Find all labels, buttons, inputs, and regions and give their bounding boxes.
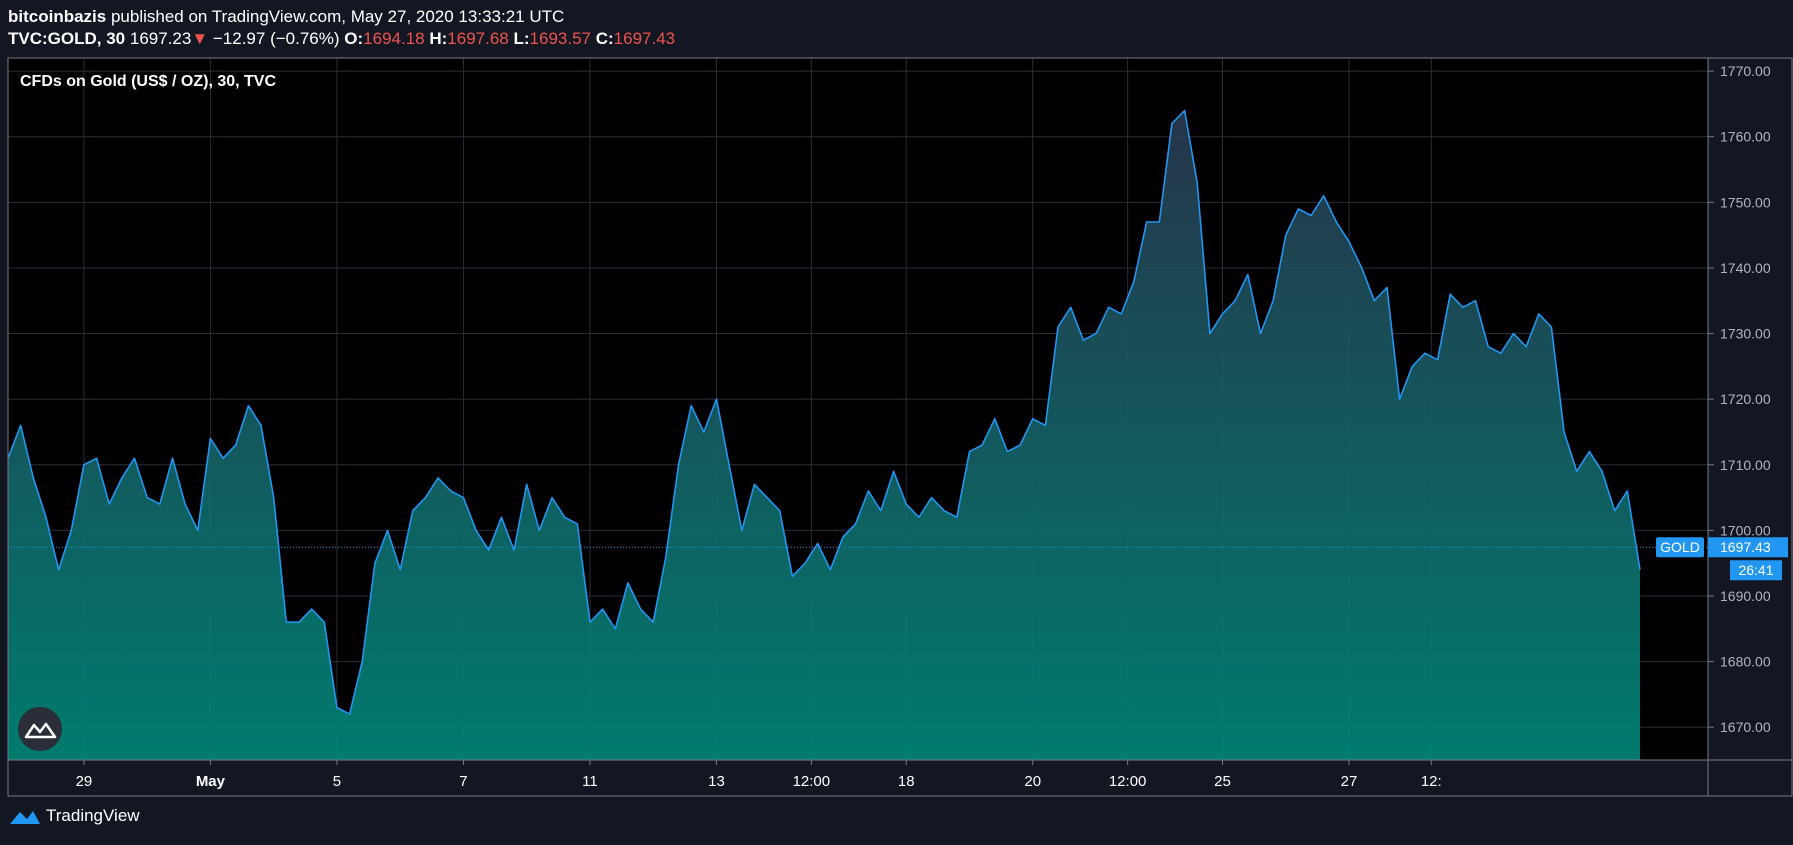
footer: TradingView: [8, 806, 140, 826]
price-tick-label: 1750.00: [1720, 194, 1771, 210]
tradingview-logo-icon[interactable]: [8, 806, 42, 826]
price-tick-label: 1730.00: [1720, 326, 1771, 342]
price-tick-label: 1770.00: [1720, 63, 1771, 79]
series-name-label: GOLD: [1660, 539, 1700, 555]
price-tick-label: 1690.00: [1720, 588, 1771, 604]
price-tick-label: 1670.00: [1720, 719, 1771, 735]
time-tick-label: 5: [333, 773, 341, 790]
price-axis[interactable]: 1670.00 1680.00 1690.00 1700.00 1710.00 1720.…: [1708, 63, 1771, 735]
brand-name[interactable]: TradingView: [46, 806, 140, 826]
time-tick-label: May: [196, 773, 226, 790]
time-tick-label: 29: [76, 773, 93, 790]
last-price-label: 1697.43: [1720, 539, 1771, 555]
time-tick-label: 12:00: [1109, 773, 1147, 790]
price-tick-label: 1710.00: [1720, 457, 1771, 473]
countdown-label: 26:41: [1738, 562, 1773, 578]
price-tick-label: 1680.00: [1720, 654, 1771, 670]
price-chart[interactable]: 1670.00 1680.00 1690.00 1700.00 1710.00 1720.…: [0, 0, 1793, 845]
time-tick-label: 12:00: [793, 773, 831, 790]
time-tick-label: 13: [708, 773, 725, 790]
time-tick-label: 25: [1214, 773, 1231, 790]
time-tick-label: 11: [582, 773, 598, 790]
time-tick-label: 7: [459, 773, 467, 790]
time-tick-label: 20: [1024, 773, 1041, 790]
bar-countdown-tag: 26:41: [1730, 560, 1782, 581]
time-tick-label: 12:: [1421, 773, 1442, 790]
chart-title: CFDs on Gold (US$ / OZ), 30, TVC: [20, 73, 276, 90]
time-tick-label: 27: [1341, 773, 1358, 790]
time-tick-label: 18: [898, 773, 915, 790]
last-price-tag: 1697.43: [1708, 537, 1788, 558]
price-tick-label: 1740.00: [1720, 260, 1771, 276]
price-tick-label: 1720.00: [1720, 391, 1771, 407]
logo-badge-icon[interactable]: [18, 707, 62, 751]
series-name-tag: GOLD: [1656, 537, 1704, 558]
time-axis[interactable]: 29 May 5 7 11 13 12:00 18 20 12:00 25 27 12:: [76, 760, 1442, 790]
price-tick-label: 1760.00: [1720, 129, 1771, 145]
price-tick-label: 1700.00: [1720, 522, 1771, 538]
